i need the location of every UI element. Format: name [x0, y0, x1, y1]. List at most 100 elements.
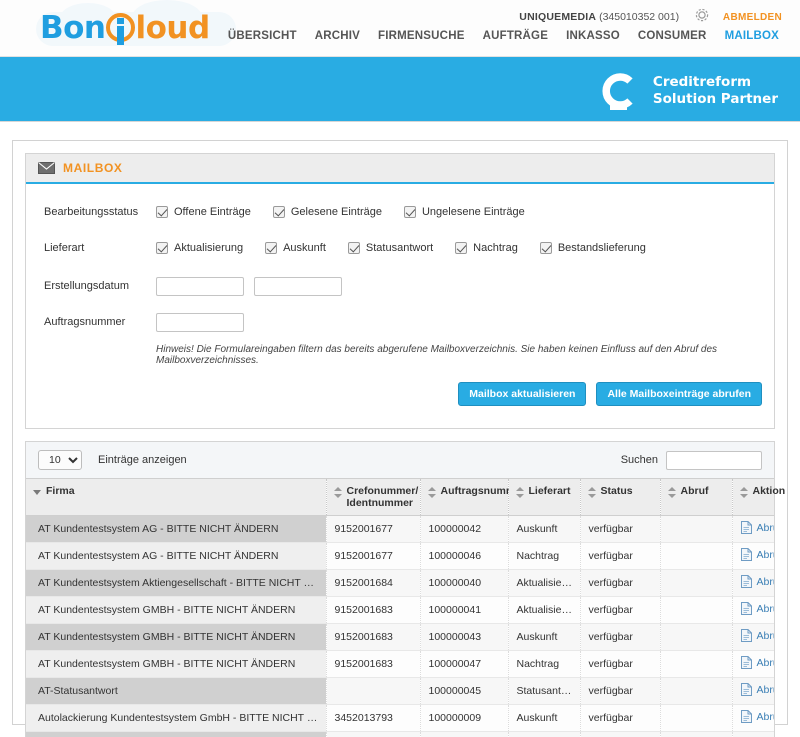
- logout-link[interactable]: ABMELDEN: [723, 12, 782, 23]
- document-icon: [741, 710, 752, 723]
- table-row[interactable]: Autolackierung Kundentestsystem GmbH - B…: [26, 732, 774, 737]
- abruf-link[interactable]: Abruf: [741, 548, 775, 561]
- column-header-firma[interactable]: Firma: [26, 479, 326, 516]
- abruf-link-label: Abruf: [757, 684, 775, 696]
- table-row[interactable]: AT-Statusantwort100000045Statusantwortve…: [26, 678, 774, 705]
- checkbox-aktualisierung[interactable]: Aktualisierung: [156, 242, 243, 254]
- checkbox-offene-eintraege[interactable]: Offene Einträge: [156, 206, 251, 218]
- abruf-link[interactable]: Abruf: [741, 656, 775, 669]
- column-header-abruf[interactable]: Abruf: [660, 479, 732, 516]
- checkbox-box-icon[interactable]: [156, 242, 168, 254]
- column-header-status[interactable]: Status: [580, 479, 660, 516]
- table-row[interactable]: AT Kundentestsystem AG - BITTE NICHT ÄND…: [26, 516, 774, 543]
- checkbox-box-icon[interactable]: [273, 206, 285, 218]
- column-header-lieferart[interactable]: Lieferart: [508, 479, 580, 516]
- checkbox-bestandslieferung[interactable]: Bestandslieferung: [540, 242, 646, 254]
- checkbox-label: Statusantwort: [366, 242, 433, 254]
- logo-cloud-text: loud: [136, 10, 210, 46]
- sort-desc-icon: [33, 487, 41, 498]
- checkbox-nachtrag[interactable]: Nachtrag: [455, 242, 518, 254]
- cell-auftragsnummer: 100000046: [420, 543, 508, 570]
- checkbox-gelesene-eintraege[interactable]: Gelesene Einträge: [273, 206, 382, 218]
- checkbox-label: Nachtrag: [473, 242, 518, 254]
- table-row[interactable]: Autolackierung Kundentestsystem GmbH - B…: [26, 705, 774, 732]
- mailbox-aktualisieren-button[interactable]: Mailbox aktualisieren: [458, 382, 586, 406]
- app-logo[interactable]: Bonloud: [30, 4, 260, 52]
- mailbox-filter-panel: MAILBOX Bearbeitungsstatus Offene Einträ…: [25, 153, 775, 429]
- cell-firma: Autolackierung Kundentestsystem GmbH - B…: [26, 705, 326, 732]
- nav-item-consumer[interactable]: CONSUMER: [629, 30, 716, 42]
- abruf-link[interactable]: Abruf: [741, 683, 775, 696]
- cell-abruf: [660, 651, 732, 678]
- document-icon: [741, 656, 752, 669]
- sort-both-icon: [334, 487, 342, 498]
- document-icon: [741, 575, 752, 588]
- cell-auftragsnummer: 100000024: [420, 732, 508, 737]
- cell-abruf: [660, 570, 732, 597]
- table-row[interactable]: AT Kundentestsystem GMBH - BITTE NICHT Ä…: [26, 651, 774, 678]
- creditreform-line1: Creditreform: [653, 74, 778, 91]
- cell-crefonummer: 9152001684: [326, 570, 420, 597]
- column-label: Crefonummer/ Identnummer: [347, 485, 419, 509]
- abruf-link[interactable]: Abruf: [741, 521, 775, 534]
- mailbox-table-panel: 10 Einträge anzeigen Suchen: [25, 441, 775, 737]
- checkbox-box-icon[interactable]: [348, 242, 360, 254]
- column-label: Lieferart: [529, 485, 571, 497]
- column-header-auftragsnummer[interactable]: Auftragsnummer: [420, 479, 508, 516]
- cell-crefonummer: [326, 678, 420, 705]
- cell-aktion: Abruf: [732, 543, 774, 570]
- checkbox-auskunft[interactable]: Auskunft: [265, 242, 326, 254]
- logo-bon-text: Bon: [40, 10, 106, 46]
- cell-firma: AT Kundentestsystem AG - BITTE NICHT ÄND…: [26, 543, 326, 570]
- creditreform-banner: Creditreform Solution Partner: [0, 57, 800, 122]
- nav-item-mailbox[interactable]: MAILBOX: [716, 30, 788, 42]
- sort-both-icon: [516, 487, 524, 498]
- erstellungsdatum-from-input[interactable]: [156, 277, 244, 296]
- abruf-link-label: Abruf: [757, 549, 775, 561]
- table-row[interactable]: AT Kundentestsystem Aktiengesellschaft -…: [26, 570, 774, 597]
- table-row[interactable]: AT Kundentestsystem GMBH - BITTE NICHT Ä…: [26, 624, 774, 651]
- alle-mailboxeintraege-abrufen-button[interactable]: Alle Mailboxeinträge abrufen: [596, 382, 762, 406]
- erstellungsdatum-to-input[interactable]: [254, 277, 342, 296]
- cell-auftragsnummer: 100000042: [420, 516, 508, 543]
- abruf-link[interactable]: Abruf: [741, 629, 775, 642]
- checkbox-ungelesene-eintraege[interactable]: Ungelesene Einträge: [404, 206, 525, 218]
- top-header: Bonloud UNIQUEMEDIA (345010352 001) ABME…: [0, 0, 800, 57]
- cell-lieferart: Auskunft: [508, 624, 580, 651]
- cell-abruf: [660, 597, 732, 624]
- checkbox-box-icon[interactable]: [404, 206, 416, 218]
- checkbox-label: Gelesene Einträge: [291, 206, 382, 218]
- checkbox-box-icon[interactable]: [265, 242, 277, 254]
- gear-icon[interactable]: [694, 7, 710, 23]
- auftragsnummer-input[interactable]: [156, 313, 244, 332]
- nav-item-archiv[interactable]: ARCHIV: [306, 30, 369, 42]
- cell-aktion: Abruf: [732, 732, 774, 737]
- page-length-select[interactable]: 10: [38, 450, 82, 470]
- column-header-crefonummer[interactable]: Crefonummer/ Identnummer: [326, 479, 420, 516]
- cell-lieferart: Aktualisierung: [508, 597, 580, 624]
- nav-item-auftraege[interactable]: AUFTRÄGE: [474, 30, 558, 42]
- document-icon: [741, 521, 752, 534]
- column-header-aktion[interactable]: Aktion: [732, 479, 774, 516]
- checkbox-box-icon[interactable]: [156, 206, 168, 218]
- cell-crefonummer: 9152001683: [326, 651, 420, 678]
- nav-item-firmensuche[interactable]: FIRMENSUCHE: [369, 30, 474, 42]
- abruf-link[interactable]: Abruf: [741, 575, 775, 588]
- table-row[interactable]: AT Kundentestsystem AG - BITTE NICHT ÄND…: [26, 543, 774, 570]
- checkbox-box-icon[interactable]: [455, 242, 467, 254]
- search-input[interactable]: [666, 451, 762, 470]
- cell-auftragsnummer: 100000041: [420, 597, 508, 624]
- table-row[interactable]: AT Kundentestsystem GMBH - BITTE NICHT Ä…: [26, 597, 774, 624]
- checkbox-box-icon[interactable]: [540, 242, 552, 254]
- abruf-link[interactable]: Abruf: [741, 602, 775, 615]
- cell-status: verfügbar: [580, 543, 660, 570]
- panel-header: MAILBOX: [26, 154, 774, 184]
- account-number: (345010352 001): [599, 11, 679, 23]
- abruf-link-label: Abruf: [757, 522, 775, 534]
- panel-title: MAILBOX: [63, 161, 123, 175]
- abruf-link[interactable]: Abruf: [741, 710, 775, 723]
- label-bearbeitungsstatus: Bearbeitungsstatus: [44, 206, 156, 218]
- nav-item-inkasso[interactable]: INKASSO: [557, 30, 629, 42]
- checkbox-statusantwort[interactable]: Statusantwort: [348, 242, 433, 254]
- filter-row-status: Bearbeitungsstatus Offene Einträge Geles…: [26, 198, 774, 226]
